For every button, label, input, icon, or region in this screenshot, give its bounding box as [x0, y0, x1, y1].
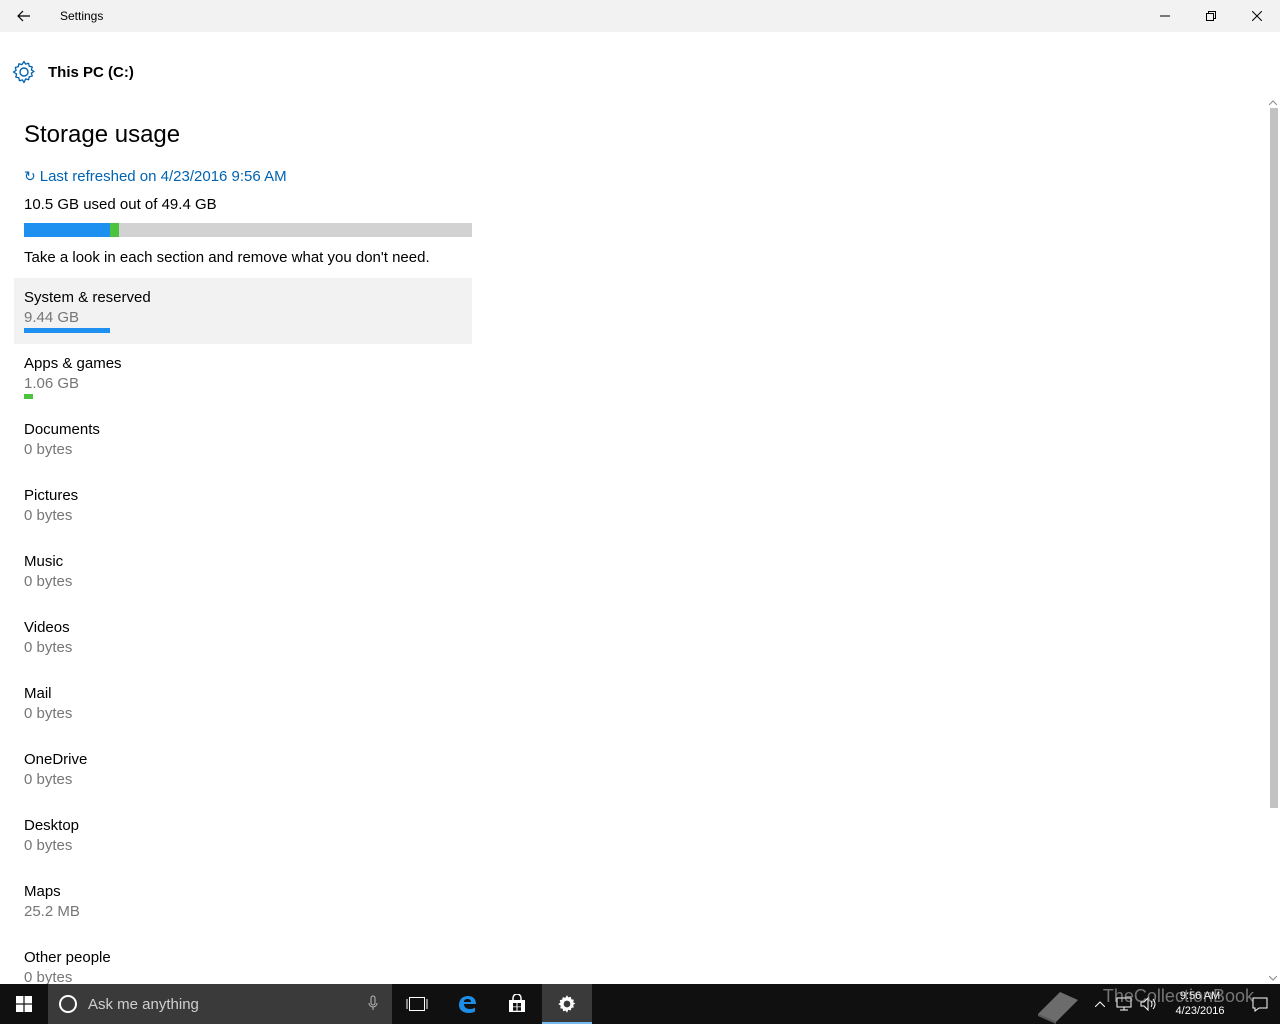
category-name: Pictures	[24, 487, 79, 504]
edge-button[interactable]	[442, 984, 492, 1024]
category-item[interactable]: OneDrive 0 bytes	[14, 740, 472, 806]
category-name: Other people	[24, 949, 111, 966]
watermark-book-icon	[1038, 992, 1078, 1024]
scroll-thumb[interactable]	[1270, 108, 1278, 808]
refresh-icon: ↻	[24, 168, 36, 184]
close-button[interactable]	[1234, 0, 1280, 32]
cortana-icon	[59, 995, 77, 1013]
category-size: 0 bytes	[24, 771, 73, 788]
system-tray: TheCollectionBook 9:56 AM 4/23/2016	[1038, 984, 1280, 1024]
page-header: This PC (C:)	[12, 58, 134, 86]
category-name: System & reserved	[24, 289, 151, 306]
category-size: 0 bytes	[24, 705, 73, 722]
close-icon	[1252, 11, 1262, 21]
category-size: 0 bytes	[24, 507, 73, 524]
category-name: OneDrive	[24, 751, 88, 768]
category-usage-bar	[24, 328, 110, 333]
watermark-text: TheCollectionBook	[1102, 986, 1254, 1006]
category-item[interactable]: Maps 25.2 MB	[14, 872, 472, 938]
settings-taskbar-button[interactable]	[542, 984, 592, 1024]
task-view-icon	[406, 997, 428, 1011]
category-size: 0 bytes	[24, 837, 73, 854]
windows-logo-icon	[16, 996, 32, 1012]
start-button[interactable]	[0, 984, 48, 1024]
category-item[interactable]: Pictures 0 bytes	[14, 476, 472, 542]
storage-content: Storage usage ↻ Last refreshed on 4/23/20…	[14, 118, 484, 986]
chevron-down-icon	[1269, 975, 1277, 981]
chevron-up-icon	[1269, 99, 1277, 105]
restore-button[interactable]	[1188, 0, 1234, 32]
storage-usage-heading: Storage usage	[24, 121, 181, 148]
category-list: System & reserved 9.44 GB Apps & games 1…	[14, 278, 472, 1004]
back-button[interactable]	[0, 0, 48, 32]
category-item[interactable]: System & reserved 9.44 GB	[14, 278, 472, 344]
search-placeholder: Ask me anything	[88, 995, 199, 1013]
category-size: 1.06 GB	[24, 375, 80, 392]
scrollbar[interactable]	[1266, 96, 1280, 984]
edge-icon	[459, 996, 476, 1013]
used-summary: 10.5 GB used out of 49.4 GB	[24, 196, 217, 213]
category-item[interactable]: Apps & games 1.06 GB	[14, 344, 472, 410]
category-item[interactable]: Videos 0 bytes	[14, 608, 472, 674]
category-size: 0 bytes	[24, 573, 73, 590]
category-item[interactable]: Music 0 bytes	[14, 542, 472, 608]
settings-gear-icon	[558, 995, 576, 1013]
category-size: 0 bytes	[24, 639, 73, 656]
usage-bar-system-segment	[24, 223, 110, 237]
window-controls	[1142, 0, 1280, 32]
minimize-button[interactable]	[1142, 0, 1188, 32]
store-button[interactable]	[492, 984, 542, 1024]
task-view-button[interactable]	[392, 984, 442, 1024]
category-name: Documents	[24, 421, 100, 438]
category-name: Desktop	[24, 817, 80, 834]
back-arrow-icon	[17, 10, 30, 22]
category-name: Music	[24, 553, 64, 570]
usage-bar-apps-segment	[110, 223, 119, 237]
refresh-link[interactable]: ↻ Last refreshed on 4/23/2016 9:56 AM	[24, 168, 287, 185]
hint-text: Take a look in each section and remove w…	[24, 249, 430, 266]
category-item[interactable]: Mail 0 bytes	[14, 674, 472, 740]
page-title: This PC (C:)	[48, 63, 134, 81]
scroll-up-button[interactable]	[1266, 96, 1280, 108]
category-size: 9.44 GB	[24, 309, 80, 326]
category-size: 0 bytes	[24, 441, 73, 458]
category-name: Mail	[24, 685, 52, 702]
taskbar: Ask me anything TheCollectionBook 9:56 A…	[0, 984, 1280, 1024]
category-name: Maps	[24, 883, 61, 900]
store-icon	[509, 994, 525, 1012]
search-box[interactable]: Ask me anything	[48, 984, 392, 1024]
gear-icon	[12, 60, 35, 84]
category-item[interactable]: Desktop 0 bytes	[14, 806, 472, 872]
category-name: Apps & games	[24, 355, 122, 372]
category-size: 25.2 MB	[24, 903, 80, 920]
microphone-icon[interactable]	[368, 995, 378, 1011]
category-item[interactable]: Documents 0 bytes	[14, 410, 472, 476]
title-bar: Settings	[0, 0, 1280, 32]
restore-icon	[1206, 11, 1216, 21]
usage-bar	[24, 223, 472, 237]
minimize-icon	[1160, 15, 1170, 17]
refresh-text: Last refreshed on 4/23/2016 9:56 AM	[39, 168, 287, 185]
scroll-down-button[interactable]	[1266, 972, 1280, 984]
notification-icon	[1252, 997, 1268, 1012]
category-name: Videos	[24, 619, 70, 636]
category-usage-bar	[24, 394, 33, 399]
window-title: Settings	[60, 9, 104, 23]
